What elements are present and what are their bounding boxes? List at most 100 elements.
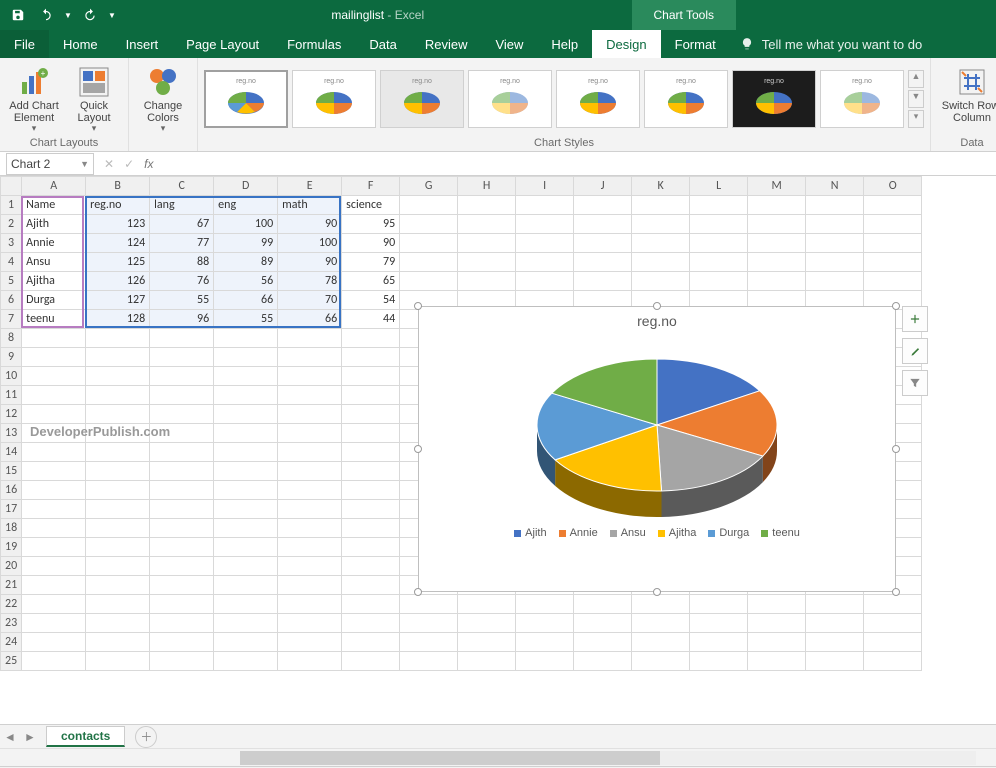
cell-C12[interactable]: [150, 405, 214, 424]
name-box[interactable]: Chart 2▼: [6, 153, 94, 175]
cell-N24[interactable]: [806, 633, 864, 652]
cell-K24[interactable]: [632, 633, 690, 652]
row-header-9[interactable]: 9: [1, 348, 22, 367]
cell-E10[interactable]: [278, 367, 342, 386]
col-header-J[interactable]: J: [574, 177, 632, 196]
cell-F20[interactable]: [342, 557, 400, 576]
cell-F19[interactable]: [342, 538, 400, 557]
cell-L24[interactable]: [690, 633, 748, 652]
cell-A9[interactable]: [22, 348, 86, 367]
cell-D20[interactable]: [214, 557, 278, 576]
row-header-19[interactable]: 19: [1, 538, 22, 557]
cell-K1[interactable]: [632, 196, 690, 215]
cell-F12[interactable]: [342, 405, 400, 424]
cell-K23[interactable]: [632, 614, 690, 633]
cell-C1[interactable]: lang: [150, 196, 214, 215]
legend-item[interactable]: Ajitha: [658, 527, 697, 539]
col-header-D[interactable]: D: [214, 177, 278, 196]
cell-N5[interactable]: [806, 272, 864, 291]
cell-H1[interactable]: [458, 196, 516, 215]
cell-D8[interactable]: [214, 329, 278, 348]
chart-filters-button[interactable]: [902, 370, 928, 396]
chart-style-8[interactable]: reg.no: [820, 70, 904, 128]
chart-elements-button[interactable]: [902, 306, 928, 332]
chart-style-4[interactable]: reg.no: [468, 70, 552, 128]
cell-E15[interactable]: [278, 462, 342, 481]
col-header-H[interactable]: H: [458, 177, 516, 196]
col-header-O[interactable]: O: [864, 177, 922, 196]
cell-A16[interactable]: [22, 481, 86, 500]
cell-D17[interactable]: [214, 500, 278, 519]
cell-D4[interactable]: 89: [214, 253, 278, 272]
cell-D12[interactable]: [214, 405, 278, 424]
cell-H22[interactable]: [458, 595, 516, 614]
cell-B7[interactable]: 128: [86, 310, 150, 329]
legend-item[interactable]: teenu: [761, 527, 800, 539]
row-header-12[interactable]: 12: [1, 405, 22, 424]
cell-D9[interactable]: [214, 348, 278, 367]
cell-O24[interactable]: [864, 633, 922, 652]
cell-J22[interactable]: [574, 595, 632, 614]
cell-D18[interactable]: [214, 519, 278, 538]
cell-N2[interactable]: [806, 215, 864, 234]
cell-B5[interactable]: 126: [86, 272, 150, 291]
cell-F2[interactable]: 95: [342, 215, 400, 234]
cell-E1[interactable]: math: [278, 196, 342, 215]
cell-F21[interactable]: [342, 576, 400, 595]
cell-A2[interactable]: Ajith: [22, 215, 86, 234]
cell-J24[interactable]: [574, 633, 632, 652]
chart-style-6[interactable]: reg.no: [644, 70, 728, 128]
undo-dropdown[interactable]: ▼: [62, 3, 74, 27]
add-chart-element-button[interactable]: + Add Chart Element▾: [6, 62, 62, 134]
cell-A1[interactable]: Name: [22, 196, 86, 215]
cell-D10[interactable]: [214, 367, 278, 386]
cell-A12[interactable]: [22, 405, 86, 424]
cell-E24[interactable]: [278, 633, 342, 652]
tab-formulas[interactable]: Formulas: [273, 30, 355, 58]
resize-handle[interactable]: [892, 302, 900, 310]
cell-N4[interactable]: [806, 253, 864, 272]
cell-M25[interactable]: [748, 652, 806, 671]
cell-H3[interactable]: [458, 234, 516, 253]
row-header-13[interactable]: 13: [1, 424, 22, 443]
cell-J25[interactable]: [574, 652, 632, 671]
col-header-A[interactable]: A: [22, 177, 86, 196]
row-header-17[interactable]: 17: [1, 500, 22, 519]
cell-B11[interactable]: [86, 386, 150, 405]
row-header-2[interactable]: 2: [1, 215, 22, 234]
tab-home[interactable]: Home: [49, 30, 112, 58]
cell-C10[interactable]: [150, 367, 214, 386]
resize-handle[interactable]: [414, 302, 422, 310]
cell-D24[interactable]: [214, 633, 278, 652]
cell-H24[interactable]: [458, 633, 516, 652]
cell-A17[interactable]: [22, 500, 86, 519]
cell-B18[interactable]: [86, 519, 150, 538]
cell-A4[interactable]: Ansu: [22, 253, 86, 272]
col-header-F[interactable]: F: [342, 177, 400, 196]
cell-N1[interactable]: [806, 196, 864, 215]
cell-D6[interactable]: 66: [214, 291, 278, 310]
enter-icon[interactable]: ✓: [124, 157, 134, 171]
cell-F10[interactable]: [342, 367, 400, 386]
cell-F17[interactable]: [342, 500, 400, 519]
cell-J5[interactable]: [574, 272, 632, 291]
cell-A5[interactable]: Ajitha: [22, 272, 86, 291]
cell-B3[interactable]: 124: [86, 234, 150, 253]
cell-A14[interactable]: [22, 443, 86, 462]
col-header-I[interactable]: I: [516, 177, 574, 196]
qat-customize[interactable]: ▼: [106, 3, 118, 27]
cell-N25[interactable]: [806, 652, 864, 671]
cell-N3[interactable]: [806, 234, 864, 253]
tab-format[interactable]: Format: [661, 30, 730, 58]
chart-style-1[interactable]: reg.no: [204, 70, 288, 128]
cell-J3[interactable]: [574, 234, 632, 253]
cell-G3[interactable]: [400, 234, 458, 253]
switch-row-column-button[interactable]: Switch Row/ Column: [937, 62, 996, 124]
cell-B8[interactable]: [86, 329, 150, 348]
row-header-4[interactable]: 4: [1, 253, 22, 272]
cell-H2[interactable]: [458, 215, 516, 234]
tab-file[interactable]: File: [0, 30, 49, 58]
cell-E5[interactable]: 78: [278, 272, 342, 291]
cell-F14[interactable]: [342, 443, 400, 462]
col-header-G[interactable]: G: [400, 177, 458, 196]
